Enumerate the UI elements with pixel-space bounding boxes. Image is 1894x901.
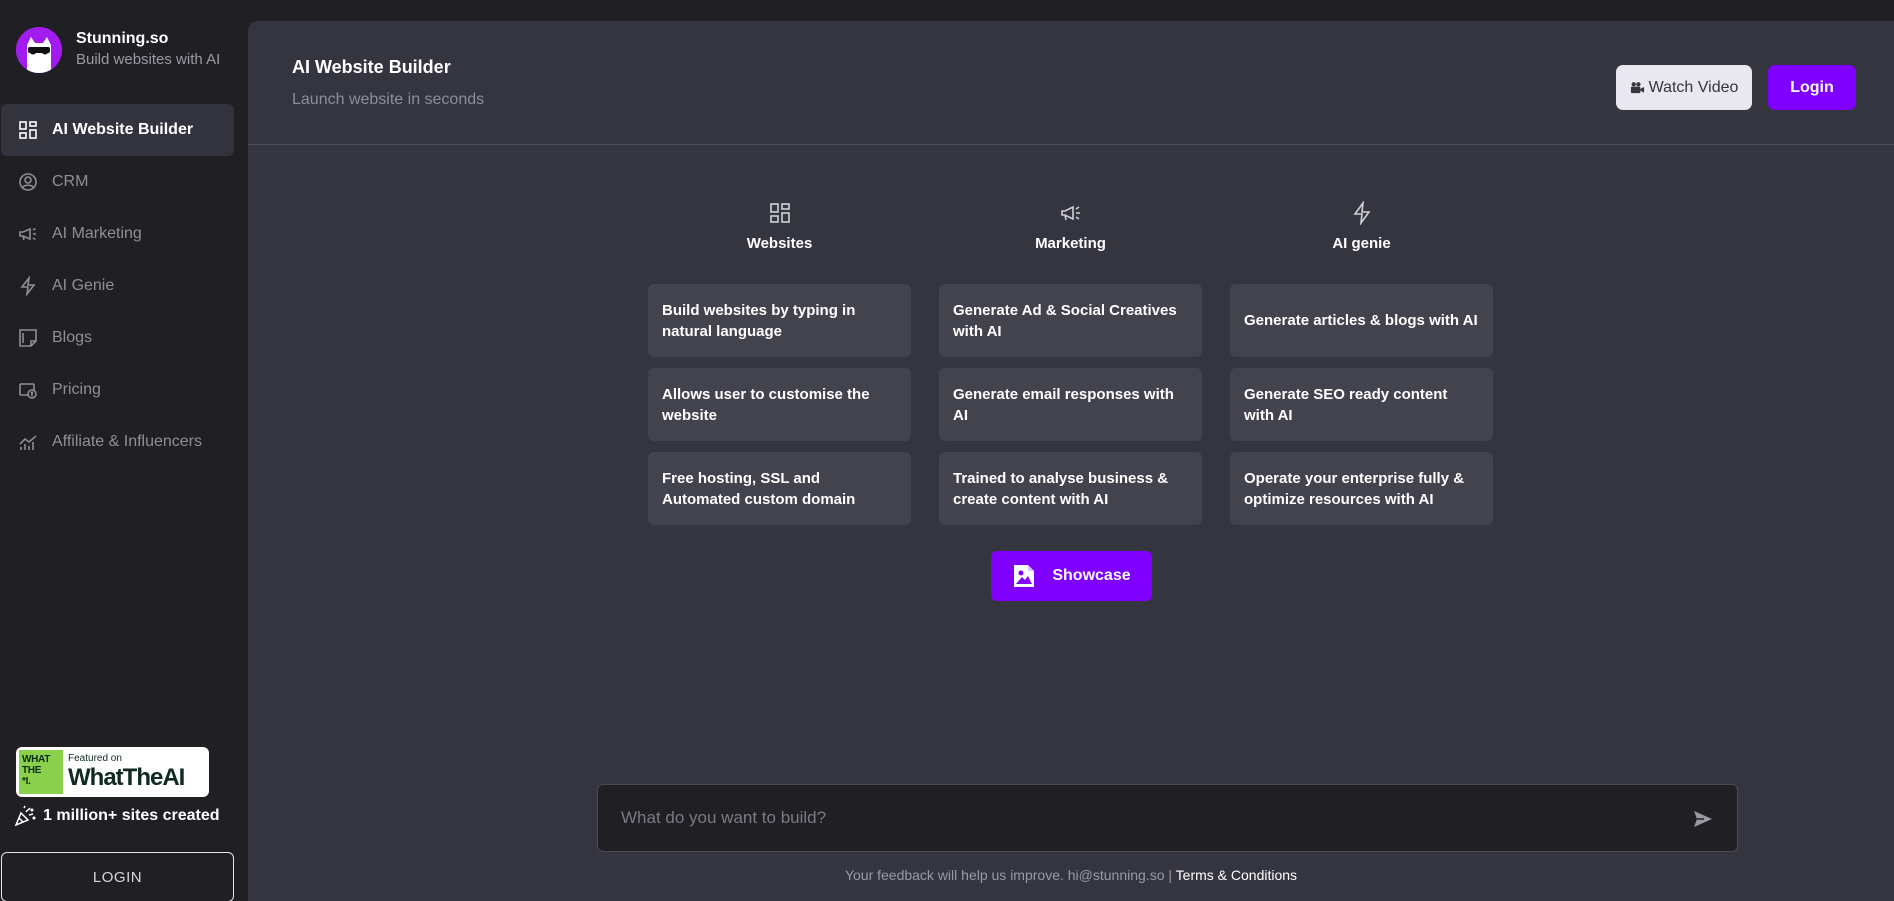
feature-columns: Websites Build websites by typing in nat… — [648, 201, 1493, 525]
column-title: AI genie — [1332, 235, 1391, 252]
main-panel: AI Website Builder Launch website in sec… — [248, 21, 1894, 901]
sidebar-item-label: AI Marketing — [52, 225, 142, 242]
whattheai-logo: WHAT THE *I. — [19, 750, 63, 794]
feedback-text: Your feedback will help us improve. hi@s… — [844, 867, 1173, 883]
sidebar-item-blogs[interactable]: Blogs — [1, 312, 234, 364]
sticky-note-icon — [17, 327, 39, 349]
sidebar-item-ai-genie[interactable]: AI Genie — [1, 260, 234, 312]
login-button[interactable]: Login — [1768, 65, 1856, 110]
sidebar-item-pricing[interactable]: Pricing — [1, 364, 234, 416]
featured-on-whattheai-badge[interactable]: WHAT THE *I. Featured on WhatTheAI — [16, 747, 209, 797]
column-title: Websites — [746, 235, 813, 252]
wta-text: Featured on WhatTheAI — [68, 753, 185, 791]
feature-card[interactable]: Generate Ad & Social Creatives with AI — [939, 284, 1202, 357]
grid-icon — [769, 203, 790, 223]
feature-card[interactable]: Build websites by typing in natural lang… — [648, 284, 911, 357]
app-root: Stunning.so Build websites with AI AI We… — [0, 0, 1894, 901]
brand-logo-avatar — [16, 27, 62, 73]
column-header: AI genie — [1230, 201, 1493, 273]
send-button[interactable] — [1691, 807, 1715, 831]
feature-column-websites: Websites Build websites by typing in nat… — [648, 201, 911, 525]
megaphone-icon — [17, 223, 39, 245]
user-circle-icon — [17, 171, 39, 193]
sidebar-item-label: Pricing — [52, 381, 101, 398]
feature-card[interactable]: Trained to analyse business & create con… — [939, 452, 1202, 525]
column-title: Marketing — [1035, 235, 1106, 252]
video-camera-icon — [1630, 82, 1644, 94]
send-icon — [1694, 811, 1712, 827]
sidebar-item-label: Blogs — [52, 329, 93, 346]
wta-logo-line: WHAT — [22, 754, 51, 765]
sidebar-item-affiliate[interactable]: Affiliate & Influencers — [1, 416, 234, 468]
feature-card[interactable]: Allows user to customise the website — [648, 368, 911, 441]
sidebar-nav: AI Website Builder CRM AI Marketing AI G… — [1, 104, 234, 468]
prompt-box — [597, 784, 1738, 852]
sidebar: Stunning.so Build websites with AI AI We… — [0, 0, 247, 901]
chart-icon — [17, 431, 39, 453]
lightning-icon — [17, 275, 39, 297]
showcase-button[interactable]: Showcase — [991, 551, 1152, 601]
feature-column-marketing: Marketing Generate Ad & Social Creatives… — [939, 201, 1202, 525]
sidebar-item-ai-website-builder[interactable]: AI Website Builder — [1, 104, 234, 156]
feature-card[interactable]: Generate articles & blogs with AI — [1230, 284, 1493, 357]
page-header: AI Website Builder Launch website in sec… — [248, 21, 1894, 145]
cat-mascot-icon — [16, 27, 62, 73]
sidebar-item-crm[interactable]: CRM — [1, 156, 234, 208]
party-popper-icon — [14, 805, 36, 827]
sites-created-label: 1 million+ sites created — [43, 807, 220, 824]
wta-logo-line: *I. — [22, 776, 31, 787]
sidebar-login-button[interactable]: LOGIN — [1, 852, 234, 901]
footer: Your feedback will help us improve. hi@s… — [248, 867, 1894, 883]
brand-name: Stunning.so — [76, 30, 169, 47]
wta-logo-line: THE — [22, 765, 42, 776]
terms-link[interactable]: Terms & Conditions — [1176, 867, 1297, 883]
feature-card[interactable]: Generate SEO ready content with AI — [1230, 368, 1493, 441]
sidebar-item-label: CRM — [52, 173, 89, 190]
whattheai-name: WhatTheAI — [68, 764, 185, 791]
price-tag-icon — [17, 379, 39, 401]
feature-card[interactable]: Operate your enterprise fully & optimize… — [1230, 452, 1493, 525]
sidebar-item-ai-marketing[interactable]: AI Marketing — [1, 208, 234, 260]
feature-card[interactable]: Free hosting, SSL and Automated custom d… — [648, 452, 911, 525]
sidebar-item-label: AI Website Builder — [52, 121, 194, 138]
build-prompt-input[interactable] — [598, 785, 1678, 851]
brand-tagline: Build websites with AI — [76, 51, 221, 68]
column-header: Websites — [648, 201, 911, 273]
megaphone-icon — [1060, 205, 1080, 221]
brand-text: Stunning.so Build websites with AI — [76, 29, 220, 71]
brand[interactable]: Stunning.so Build websites with AI — [16, 27, 220, 73]
sites-created-stat: 1 million+ sites created — [13, 804, 220, 828]
image-file-icon — [1014, 565, 1035, 587]
grid-icon — [17, 119, 39, 141]
sidebar-item-label: AI Genie — [52, 277, 115, 294]
sidebar-item-label: Affiliate & Influencers — [52, 433, 203, 450]
watch-video-label: Watch Video — [1648, 78, 1739, 96]
page-subtitle: Launch website in seconds — [292, 91, 485, 108]
column-header: Marketing — [939, 201, 1202, 273]
watch-video-button[interactable]: Watch Video — [1616, 65, 1752, 110]
feature-card[interactable]: Generate email responses with AI — [939, 368, 1202, 441]
lightning-icon — [1352, 201, 1371, 225]
page-title: AI Website Builder — [292, 57, 451, 77]
feature-column-ai-genie: AI genie Generate articles & blogs with … — [1230, 201, 1493, 525]
showcase-label: Showcase — [1052, 567, 1131, 584]
